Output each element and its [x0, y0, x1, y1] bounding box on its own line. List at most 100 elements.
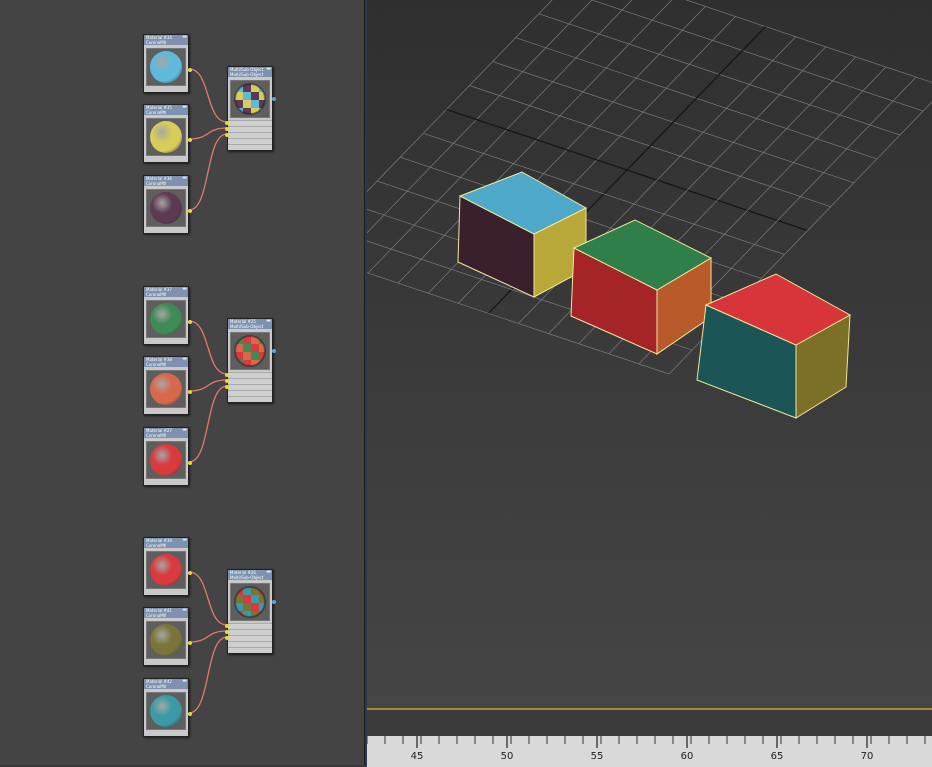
node-header[interactable]: Multi/Sub-Object Multi/Sub-Object ▬: [228, 67, 272, 77]
output-socket-icon[interactable]: [188, 641, 192, 645]
multi-sub-object-node[interactable]: Material #25 Multi/Sub-Object ▬: [225, 318, 276, 403]
output-socket-icon[interactable]: [272, 97, 276, 101]
collapse-icon[interactable]: ▬: [266, 319, 271, 324]
material-preview: [230, 332, 270, 370]
output-socket-icon[interactable]: [272, 349, 276, 353]
material-preview: [146, 48, 186, 86]
output-socket-icon[interactable]: [188, 138, 192, 142]
checker-tile: [251, 92, 259, 100]
material-sphere-icon: [150, 554, 182, 586]
node-header[interactable]: Material #42 CoronaMtl ▬: [144, 679, 188, 689]
node-header[interactable]: Material #27 CoronaMtl ▬: [144, 428, 188, 438]
node-header[interactable]: Material #26 Multi/Sub-Object ▬: [228, 570, 272, 580]
node-wire: [188, 68, 228, 123]
socket-icon[interactable]: [225, 121, 229, 125]
node-wire: [188, 636, 228, 714]
node-header[interactable]: Material #25 Multi/Sub-Object ▬: [228, 319, 272, 329]
node-header[interactable]: Material #38 CoronaMtl ▬: [144, 357, 188, 367]
output-socket-icon[interactable]: [188, 390, 192, 394]
input-slot[interactable]: [228, 647, 272, 653]
node-type: CoronaMtl: [146, 110, 167, 115]
node-header[interactable]: Material #39 CoronaMtl ▬: [144, 538, 188, 548]
material-node[interactable]: Material #37 CoronaMtl ▬: [143, 286, 192, 345]
output-socket-icon[interactable]: [188, 712, 192, 716]
checker-tile: [251, 603, 259, 611]
socket-icon[interactable]: [225, 630, 229, 634]
timeline[interactable]: 45 50 55 60 65 70: [367, 708, 932, 767]
node-header[interactable]: Material #34 CoronaMtl ▬: [144, 35, 188, 45]
multi-sub-object-node[interactable]: Multi/Sub-Object Multi/Sub-Object ▬: [225, 66, 276, 151]
material-preview: [146, 300, 186, 338]
material-node[interactable]: Material #35 CoronaMtl ▬: [143, 104, 192, 163]
output-socket-icon[interactable]: [272, 600, 276, 604]
output-socket-icon[interactable]: [188, 68, 192, 72]
input-slot[interactable]: [228, 396, 272, 402]
material-node[interactable]: Material #38 CoronaMtl ▬: [143, 356, 192, 415]
socket-icon[interactable]: [225, 624, 229, 628]
node-type: Multi/Sub-Object: [230, 72, 264, 77]
collapse-icon[interactable]: ▬: [182, 428, 187, 433]
checker-tile: [243, 92, 251, 100]
material-node[interactable]: Material #34 CoronaMtl ▬: [143, 34, 192, 93]
output-socket-icon[interactable]: [188, 320, 192, 324]
perspective-viewport[interactable]: [367, 0, 932, 765]
ruler-frame-label: 65: [770, 751, 784, 762]
node-header[interactable]: Material #41 CoronaMtl ▬: [144, 608, 188, 618]
node-wire: [188, 630, 228, 643]
collapse-icon[interactable]: ▬: [182, 357, 187, 362]
checker-tile: [251, 344, 259, 352]
collapse-icon[interactable]: ▬: [182, 287, 187, 292]
material-node[interactable]: Material #42 CoronaMtl ▬: [143, 678, 192, 737]
socket-icon[interactable]: [225, 636, 229, 640]
node-footer: [144, 156, 188, 162]
collapse-icon[interactable]: ▬: [182, 105, 187, 110]
material-sphere-icon: [150, 192, 182, 224]
output-socket-icon[interactable]: [188, 461, 192, 465]
node-wire: [188, 133, 228, 211]
material-preview: [230, 80, 270, 118]
checker-tile: [251, 595, 259, 603]
viewport-scene[interactable]: [367, 0, 932, 708]
collapse-icon[interactable]: ▬: [182, 608, 187, 613]
material-preview: [146, 189, 186, 227]
checker-tile: [243, 595, 251, 603]
slate-material-editor[interactable]: Multi/Sub-Object Multi/Sub-Object ▬ Materia…: [0, 0, 364, 765]
socket-icon[interactable]: [225, 133, 229, 137]
checker-sphere-icon: [234, 335, 266, 367]
collapse-icon[interactable]: ▬: [182, 538, 187, 543]
material-node[interactable]: Material #41 CoronaMtl ▬: [143, 607, 192, 666]
node-footer: [144, 730, 188, 736]
node-footer: [144, 338, 188, 344]
collapse-icon[interactable]: ▬: [182, 176, 187, 181]
material-preview: [146, 621, 186, 659]
material-node[interactable]: Material #36 CoronaMtl ▬: [143, 175, 192, 234]
ruler-frame-label: 60: [680, 751, 694, 762]
socket-icon[interactable]: [225, 385, 229, 389]
socket-icon[interactable]: [225, 127, 229, 131]
input-slot[interactable]: [228, 144, 272, 150]
checker-sphere-icon: [234, 586, 266, 618]
ruler-frame-label: 50: [500, 751, 514, 762]
collapse-icon[interactable]: ▬: [182, 679, 187, 684]
material-node[interactable]: Material #39 CoronaMtl ▬: [143, 537, 192, 596]
output-socket-icon[interactable]: [188, 571, 192, 575]
socket-icon[interactable]: [225, 379, 229, 383]
node-header[interactable]: Material #36 CoronaMtl ▬: [144, 176, 188, 186]
material-node[interactable]: Material #27 CoronaMtl ▬: [143, 427, 192, 486]
node-wire: [188, 320, 228, 375]
time-ruler[interactable]: 45 50 55 60 65 70: [367, 736, 932, 767]
material-sphere-icon: [150, 444, 182, 476]
material-preview: [230, 583, 270, 621]
checker-tile: [251, 352, 259, 360]
node-type: CoronaMtl: [146, 433, 167, 438]
multi-sub-object-node[interactable]: Material #26 Multi/Sub-Object ▬: [225, 569, 276, 654]
collapse-icon[interactable]: ▬: [266, 570, 271, 575]
checker-tile: [243, 603, 251, 611]
socket-icon[interactable]: [225, 373, 229, 377]
node-header[interactable]: Material #35 CoronaMtl ▬: [144, 105, 188, 115]
output-socket-icon[interactable]: [188, 209, 192, 213]
node-header[interactable]: Material #37 CoronaMtl ▬: [144, 287, 188, 297]
checker-tile: [251, 100, 259, 108]
collapse-icon[interactable]: ▬: [182, 35, 187, 40]
collapse-icon[interactable]: ▬: [266, 67, 271, 72]
